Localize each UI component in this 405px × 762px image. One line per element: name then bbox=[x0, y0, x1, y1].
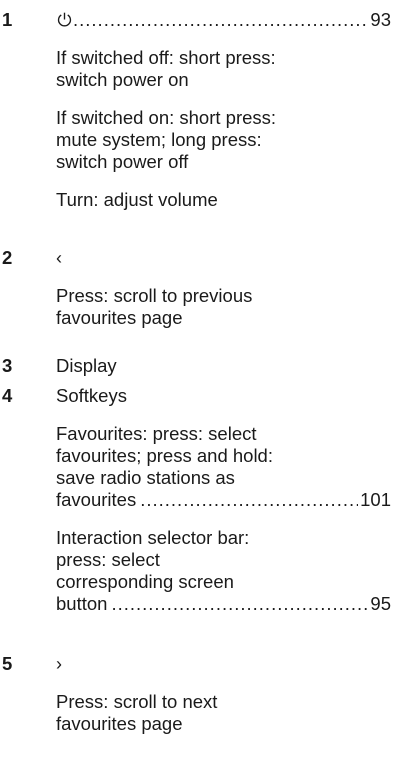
text-line: favourites page bbox=[56, 713, 183, 734]
text-line: Press: scroll to next bbox=[56, 691, 218, 712]
item-number: 1 bbox=[2, 9, 13, 30]
item-label: Display bbox=[56, 355, 117, 376]
item-number: 5 bbox=[2, 653, 13, 674]
text-line: Press: scroll to previous bbox=[56, 285, 253, 306]
text-line: press: select bbox=[56, 549, 160, 570]
text-line: corresponding screen bbox=[56, 571, 234, 592]
page-reference: 93 bbox=[370, 9, 391, 30]
text-line: Interaction selector bar: bbox=[56, 527, 250, 548]
text-line: switch power off bbox=[56, 151, 189, 172]
page-reference: 101 bbox=[360, 489, 391, 510]
text-line: save radio stations as bbox=[56, 467, 235, 488]
description-paragraph: If switched on: short press: mute system… bbox=[56, 107, 391, 173]
description-paragraph: Interaction selector bar: press: select … bbox=[56, 527, 391, 615]
item-number: 3 bbox=[2, 355, 13, 376]
description-paragraph: Favourites: press: select favourites; pr… bbox=[56, 423, 391, 511]
description-paragraph: Press: scroll to previous favourites pag… bbox=[56, 285, 391, 329]
text-line: switch power on bbox=[56, 69, 189, 90]
text-line: favourites bbox=[56, 489, 137, 510]
item-number: 2 bbox=[2, 247, 13, 268]
description-paragraph: Turn: adjust volume bbox=[56, 189, 391, 211]
text-line: button bbox=[56, 593, 108, 614]
description-paragraph: If switched off: short press: switch pow… bbox=[56, 47, 391, 91]
dot-leader bbox=[111, 593, 368, 615]
text-line: If switched on: short press: bbox=[56, 107, 277, 128]
text-line: Turn: adjust volume bbox=[56, 189, 218, 210]
chevron-left-icon: ‹ bbox=[56, 248, 62, 268]
item-label: Softkeys bbox=[56, 385, 127, 406]
text-line: favourites; press and hold: bbox=[56, 445, 273, 466]
text-line: favourites page bbox=[56, 307, 183, 328]
text-line: Favourites: press: select bbox=[56, 423, 257, 444]
text-line: If switched off: short press: bbox=[56, 47, 276, 68]
dot-leader bbox=[73, 9, 368, 31]
document-page: 1 93 If switched off: short press: switc… bbox=[0, 0, 405, 762]
item-number: 4 bbox=[2, 385, 13, 406]
dot-leader bbox=[140, 489, 358, 511]
text-line: mute system; long press: bbox=[56, 129, 262, 150]
page-reference: 95 bbox=[370, 593, 391, 614]
description-paragraph: Press: scroll to next favourites page bbox=[56, 691, 391, 735]
chevron-right-icon: › bbox=[56, 654, 62, 674]
power-icon bbox=[56, 9, 73, 31]
